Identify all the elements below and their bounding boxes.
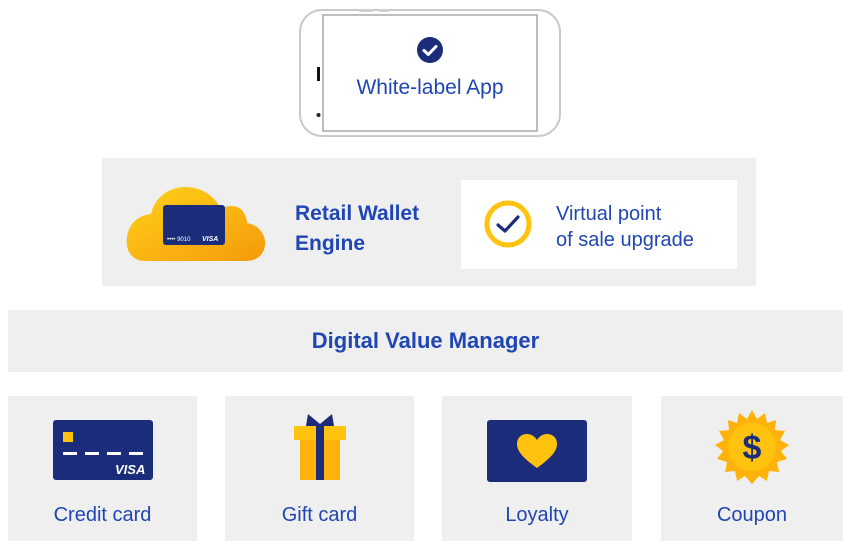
tile-coupon: $ Coupon <box>661 396 843 541</box>
heart-card-icon <box>487 420 587 482</box>
tile-label: Loyalty <box>505 504 569 526</box>
digital-value-manager-label: Digital Value Manager <box>311 328 540 353</box>
tile-gift-card: Gift card <box>225 396 414 541</box>
phone-button-icon <box>317 67 320 81</box>
tile-loyalty: Loyalty <box>442 396 632 541</box>
svg-text:•••• 9010: •••• 9010 <box>167 237 191 243</box>
phone-app-label: White-label App <box>356 76 504 99</box>
svg-text:VISA: VISA <box>115 462 145 477</box>
dollar-badge-icon: $ <box>715 410 789 484</box>
check-circle-icon <box>417 37 443 63</box>
tile-label: Credit card <box>53 504 152 526</box>
gift-icon <box>293 414 346 480</box>
check-ring-icon <box>484 200 532 248</box>
tile-credit-card: VISA Credit card <box>8 396 197 541</box>
cloud-card-icon: •••• 9010 VISA <box>126 187 266 261</box>
credit-card-icon: VISA <box>52 420 153 480</box>
tile-label: Gift card <box>281 504 358 526</box>
phone-mockup <box>299 9 561 137</box>
vpos-upgrade-label: Virtual point of sale upgrade <box>556 203 694 251</box>
svg-text:VISA: VISA <box>202 236 218 243</box>
phone-sensor-icon <box>316 113 321 117</box>
engine-title: Retail Wallet Engine <box>295 202 420 255</box>
tile-label: Coupon <box>716 504 788 526</box>
svg-text:$: $ <box>743 429 762 467</box>
